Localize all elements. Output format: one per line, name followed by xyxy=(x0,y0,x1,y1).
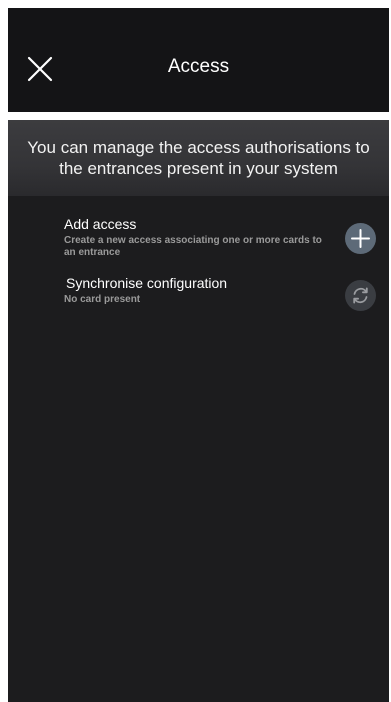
synchronise-button[interactable] xyxy=(345,280,376,311)
info-text: You can manage the access authorisations… xyxy=(27,138,370,178)
add-access-title: Add access xyxy=(64,216,137,232)
synchronise-configuration-title: Synchronise configuration xyxy=(66,275,228,291)
add-access-button[interactable] xyxy=(345,223,376,254)
info-banner: You can manage the access authorisations… xyxy=(8,120,389,196)
sync-icon xyxy=(353,287,368,304)
synchronise-configuration-option[interactable]: Synchronise configuration No card presen… xyxy=(8,273,389,317)
page-title: Access xyxy=(167,56,230,77)
top-bar: Access xyxy=(8,8,389,112)
access-screen: Access You can manage the access authori… xyxy=(8,8,389,702)
add-access-option[interactable]: Add access Create a new access associati… xyxy=(8,214,389,264)
add-access-description: Create a new access associating one or m… xyxy=(64,235,322,258)
header-divider xyxy=(8,112,389,120)
plus-icon xyxy=(351,229,370,248)
synchronise-configuration-description: No card present xyxy=(64,294,141,305)
